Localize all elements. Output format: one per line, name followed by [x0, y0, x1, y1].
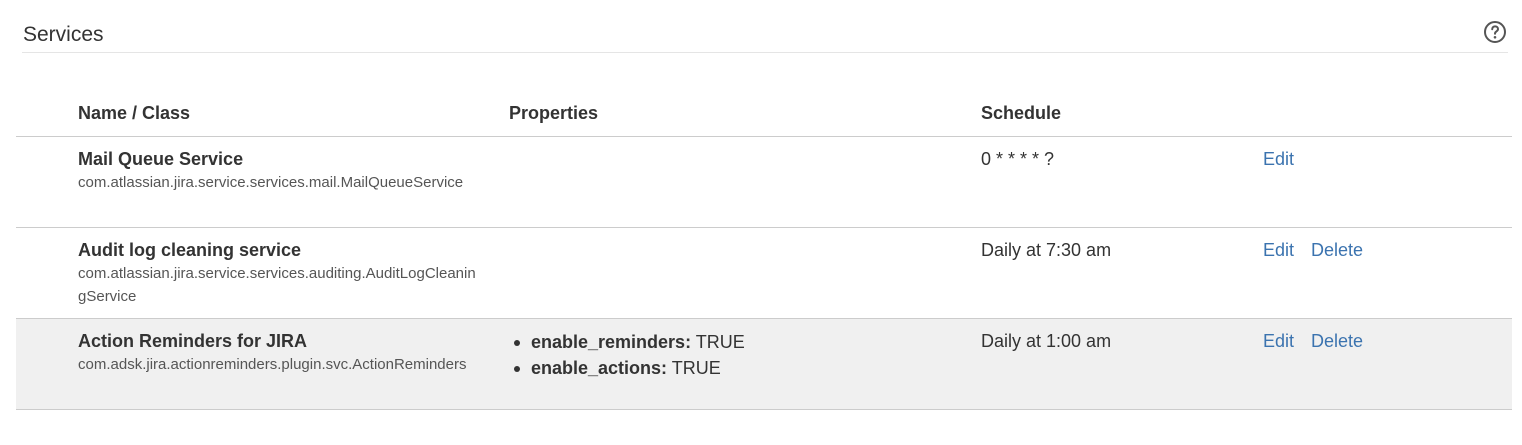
edit-link[interactable]: Edit — [1263, 331, 1294, 351]
service-name-cell: Mail Queue Service com.atlassian.jira.se… — [78, 136, 509, 228]
property-key: enable_actions: — [531, 357, 668, 378]
row-spacer — [16, 227, 78, 319]
service-properties-cell: enable_reminders: TRUE enable_actions: T… — [509, 318, 981, 410]
property-key: enable_reminders: — [531, 331, 692, 352]
edit-link[interactable]: Edit — [1263, 240, 1294, 260]
header-spacer — [16, 95, 78, 137]
property-value: TRUE — [671, 357, 721, 378]
service-class: com.adsk.jira.actionreminders.plugin.svc… — [78, 355, 467, 373]
operations: Edit Delete — [1263, 330, 1512, 352]
service-name: Mail Queue Service — [78, 148, 244, 169]
service-name: Audit log cleaning service — [78, 239, 302, 260]
service-schedule-cell: Daily at 1:00 am — [981, 318, 1263, 410]
operations: Edit Delete — [1263, 239, 1512, 261]
row-spacer — [16, 318, 78, 410]
delete-link[interactable]: Delete — [1311, 331, 1363, 351]
service-schedule-cell: Daily at 7:30 am — [981, 227, 1263, 319]
delete-link[interactable]: Delete — [1311, 240, 1363, 260]
service-class: com.atlassian.jira.service.services.mail… — [78, 173, 464, 191]
table-header-row: Name / Class Properties Schedule — [16, 95, 1512, 137]
service-name-cell: Audit log cleaning service com.atlassian… — [78, 227, 509, 319]
service-name-cell: Action Reminders for JIRA com.adsk.jira.… — [78, 318, 509, 410]
column-header-name: Name / Class — [78, 95, 509, 137]
column-header-schedule: Schedule — [981, 95, 1263, 137]
service-class: com.atlassian.jira.service.services.audi… — [78, 264, 476, 305]
table-row: Action Reminders for JIRA com.adsk.jira.… — [16, 318, 1512, 410]
page-header: Services — [22, 14, 1508, 53]
service-operations-cell: Edit Delete — [1263, 227, 1512, 319]
table-row: Mail Queue Service com.atlassian.jira.se… — [16, 136, 1512, 228]
service-name: Action Reminders for JIRA — [78, 330, 308, 351]
service-properties-cell — [509, 227, 981, 319]
service-schedule-cell: 0 * * * * ? — [981, 136, 1263, 228]
question-circle-icon[interactable] — [1483, 20, 1507, 44]
column-header-operations — [1263, 95, 1512, 137]
column-header-properties: Properties — [509, 95, 981, 137]
service-operations-cell: Edit — [1263, 136, 1512, 228]
property-item: enable_reminders: TRUE — [509, 329, 981, 355]
edit-link[interactable]: Edit — [1263, 149, 1294, 169]
service-operations-cell: Edit Delete — [1263, 318, 1512, 410]
property-value: TRUE — [695, 331, 745, 352]
table-row: Audit log cleaning service com.atlassian… — [16, 227, 1512, 319]
service-schedule: Daily at 7:30 am — [981, 239, 1112, 260]
row-spacer — [16, 136, 78, 228]
service-schedule: 0 * * * * ? — [981, 148, 1055, 169]
operations: Edit — [1263, 148, 1512, 170]
service-properties-cell — [509, 136, 981, 228]
property-item: enable_actions: TRUE — [509, 355, 981, 381]
page-title: Services — [23, 23, 104, 46]
service-schedule: Daily at 1:00 am — [981, 330, 1112, 351]
services-table: Name / Class Properties Schedule Mail Qu… — [16, 95, 1512, 410]
properties-list: enable_reminders: TRUE enable_actions: T… — [509, 329, 981, 381]
